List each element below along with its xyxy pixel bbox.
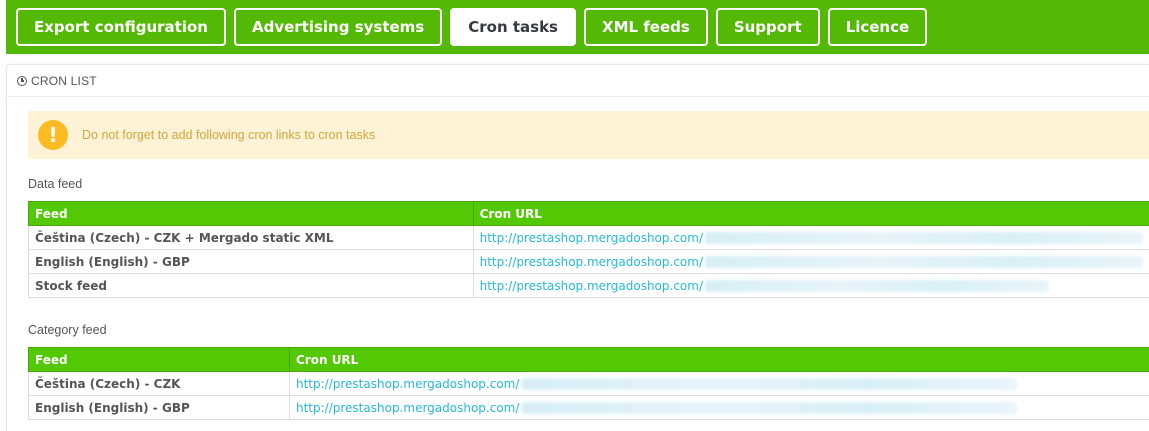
cron-url-cell: http://prestashop.mergadoshop.com/ [289, 371, 1149, 396]
panel-title: CRON LIST [31, 73, 97, 88]
clock-icon [17, 75, 27, 86]
cron-url-cell: http://prestashop.mergadoshop.com/ [472, 273, 1149, 298]
column-header-cron-url: Cron URL [472, 201, 1149, 226]
column-header-feed: Feed [28, 347, 290, 372]
cron-url-cell: http://prestashop.mergadoshop.com/ [289, 395, 1149, 420]
cron-list-panel: CRON LIST ! Do not forget to add followi… [6, 64, 1149, 431]
cron-url-link[interactable]: http://prestashop.mergadoshop.com/ [480, 255, 703, 269]
table-header-row: Feed Cron URL [28, 201, 1149, 226]
feed-name: Čeština (Czech) - CZK [28, 371, 290, 396]
tab-support[interactable]: Support [715, 8, 820, 46]
feed-name: Čeština (Czech) - CZK + Mergado static X… [28, 225, 474, 250]
cron-url-link[interactable]: http://prestashop.mergadoshop.com/ [480, 279, 703, 293]
category-feed-table: Feed Cron URL Čeština (Czech) - CZK http… [28, 347, 1149, 420]
alert-message: Do not forget to add following cron link… [82, 128, 376, 142]
cron-url-cell: http://prestashop.mergadoshop.com/ [472, 249, 1149, 274]
redacted-url-part [705, 232, 1143, 244]
category-feed-title: Category feed [28, 323, 107, 337]
redacted-url-part [521, 402, 1018, 414]
tab-export-configuration[interactable]: Export configuration [16, 8, 226, 46]
warning-icon: ! [38, 120, 68, 150]
tab-cron-tasks[interactable]: Cron tasks [450, 8, 576, 46]
redacted-url-part [705, 256, 1143, 268]
tab-advertising-systems[interactable]: Advertising systems [233, 8, 443, 46]
data-feed-title: Data feed [28, 177, 83, 191]
table-row: Čeština (Czech) - CZK http://prestashop.… [28, 371, 1149, 396]
redacted-url-part [521, 378, 1018, 390]
warning-alert: ! Do not forget to add following cron li… [28, 111, 1149, 159]
redacted-url-part [705, 280, 1049, 292]
table-row: Stock feed http://prestashop.mergadoshop… [28, 273, 1149, 298]
cron-url-link[interactable]: http://prestashop.mergadoshop.com/ [296, 377, 519, 391]
feed-name: English (English) - GBP [28, 249, 474, 274]
tab-licence[interactable]: Licence [827, 8, 928, 46]
cron-url-link[interactable]: http://prestashop.mergadoshop.com/ [296, 401, 519, 415]
column-header-cron-url: Cron URL [289, 347, 1149, 372]
feed-name: Stock feed [28, 273, 474, 298]
feed-name: English (English) - GBP [28, 395, 290, 420]
cron-url-cell: http://prestashop.mergadoshop.com/ [472, 225, 1149, 250]
data-feed-table: Feed Cron URL Čeština (Czech) - CZK + Me… [28, 201, 1149, 298]
table-row: English (English) - GBP http://prestasho… [28, 249, 1149, 274]
top-navigation: Export configuration Advertising systems… [6, 0, 1149, 54]
panel-heading: CRON LIST [7, 65, 1149, 97]
table-header-row: Feed Cron URL [28, 347, 1149, 372]
table-row: Čeština (Czech) - CZK + Mergado static X… [28, 225, 1149, 250]
column-header-feed: Feed [28, 201, 474, 226]
table-row: English (English) - GBP http://prestasho… [28, 395, 1149, 420]
tab-xml-feeds[interactable]: XML feeds [584, 8, 708, 46]
cron-url-link[interactable]: http://prestashop.mergadoshop.com/ [480, 231, 703, 245]
